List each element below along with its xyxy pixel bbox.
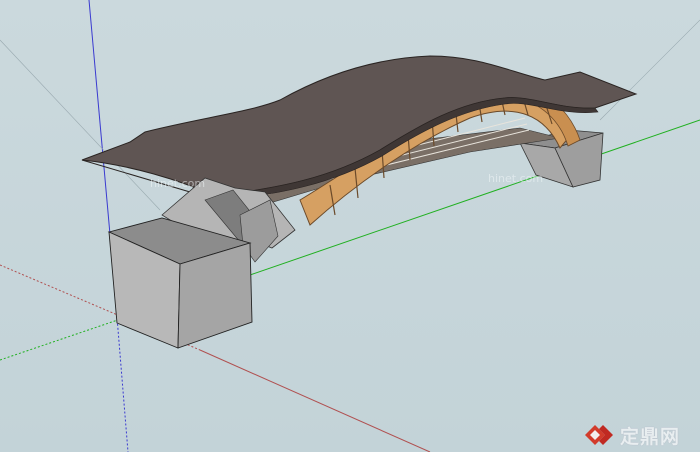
faint-watermark-right: hinet.com: [488, 172, 544, 185]
left-pier: [107, 217, 253, 349]
diamond-logo-icon: [585, 425, 613, 445]
watermark-brand-text: 定鼎网: [620, 426, 681, 448]
blue-axis: [88, 0, 114, 269]
guide-line-left: [0, 39, 161, 211]
red-axis: [199, 349, 431, 452]
guide-line-right: [599, 19, 700, 121]
faint-watermark-left: hinet.com: [150, 177, 206, 190]
bridge-model-scene: [0, 0, 700, 452]
sketchup-viewport[interactable]: hinet.com hinet.com 定鼎网: [0, 0, 700, 452]
